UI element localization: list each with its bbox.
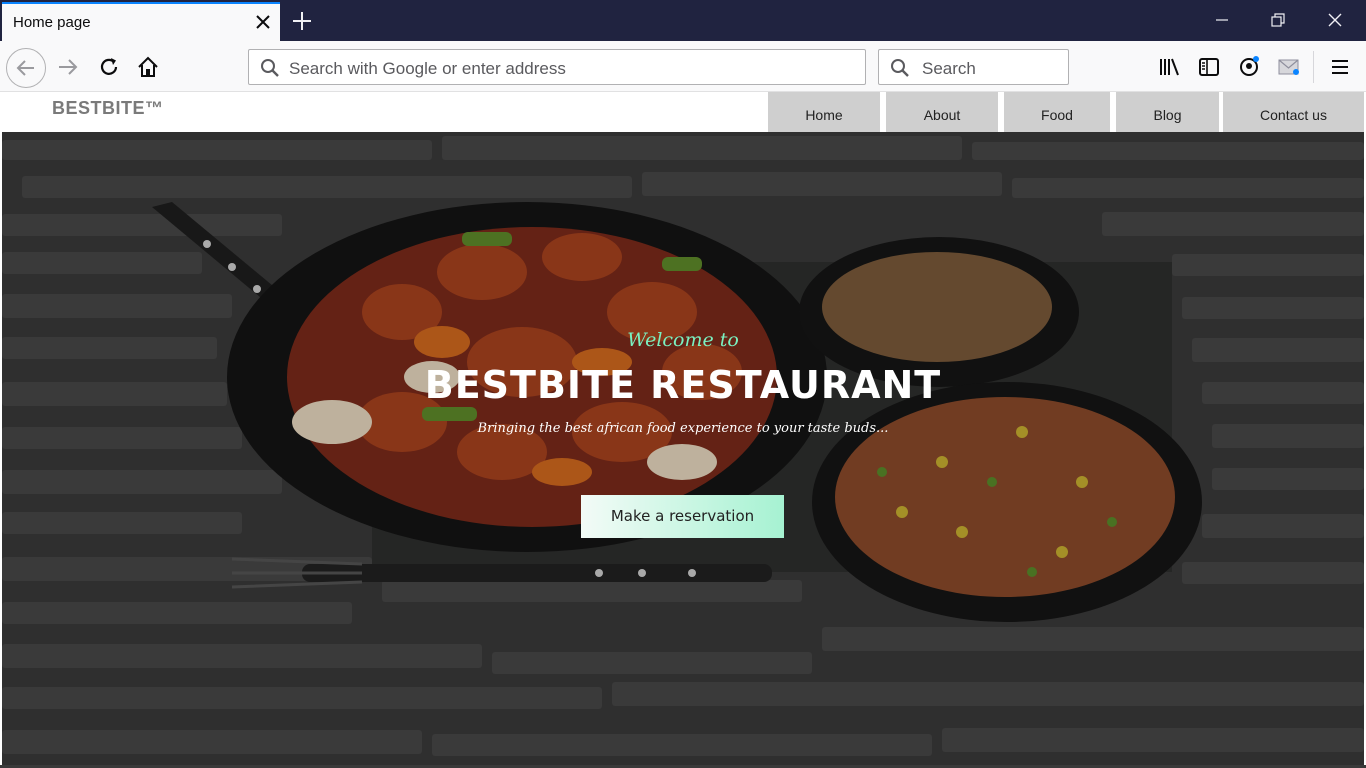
browser-tab[interactable]: Home page xyxy=(2,2,280,41)
menu-blog[interactable]: Blog xyxy=(1116,92,1219,132)
library-icon[interactable] xyxy=(1157,54,1183,80)
hero-overlay xyxy=(2,132,1364,765)
new-tab-icon[interactable] xyxy=(290,9,314,33)
hero-welcome-text: Welcome to xyxy=(627,329,739,351)
reload-icon[interactable] xyxy=(96,54,122,80)
address-placeholder: Search with Google or enter address xyxy=(289,59,566,78)
make-reservation-button[interactable]: Make a reservation xyxy=(581,495,784,538)
hamburger-menu-icon[interactable] xyxy=(1327,54,1353,80)
restore-icon[interactable] xyxy=(1268,10,1288,30)
search-icon xyxy=(261,59,279,77)
account-icon[interactable] xyxy=(1236,54,1262,80)
tab-title: Home page xyxy=(13,14,91,31)
site-brand-logo[interactable]: BESTBITE™ xyxy=(52,98,164,119)
home-icon[interactable] xyxy=(135,54,161,80)
search-icon xyxy=(891,59,909,77)
search-placeholder: Search xyxy=(922,59,976,78)
menu-home[interactable]: Home xyxy=(768,92,880,132)
hero-section: Welcome to BESTBITE RESTAURANT Bringing … xyxy=(2,132,1364,765)
menu-about-label: About xyxy=(923,107,961,123)
hero-tagline: Bringing the best african food experienc… xyxy=(477,421,889,436)
menu-about[interactable]: About xyxy=(886,92,998,132)
arrow-left-icon xyxy=(16,60,34,76)
menu-food[interactable]: Food xyxy=(1004,92,1110,132)
close-tab-icon[interactable] xyxy=(254,13,272,31)
back-button[interactable] xyxy=(6,48,46,88)
browser-titlebar: Home page xyxy=(0,0,1366,41)
menu-food-label: Food xyxy=(1041,107,1073,123)
web-page: BESTBITE™ Home About Food Blog Contact u… xyxy=(2,92,1364,765)
forward-button[interactable] xyxy=(55,54,81,80)
toolbar-separator xyxy=(1313,51,1314,83)
address-bar[interactable]: Search with Google or enter address xyxy=(248,49,866,85)
close-window-icon[interactable] xyxy=(1325,10,1345,30)
hero-headline: BESTBITE RESTAURANT xyxy=(424,363,942,407)
minimize-icon[interactable] xyxy=(1212,10,1232,30)
sidebar-icon[interactable] xyxy=(1196,54,1222,80)
menu-contact[interactable]: Contact us xyxy=(1223,92,1364,132)
menu-home-label: Home xyxy=(805,107,843,123)
menu-blog-label: Blog xyxy=(1153,107,1182,123)
search-bar[interactable]: Search xyxy=(878,49,1069,85)
mail-icon[interactable] xyxy=(1276,54,1302,80)
browser-navbar: Search with Google or enter address Sear… xyxy=(0,41,1366,92)
menu-contact-label: Contact us xyxy=(1260,107,1327,123)
